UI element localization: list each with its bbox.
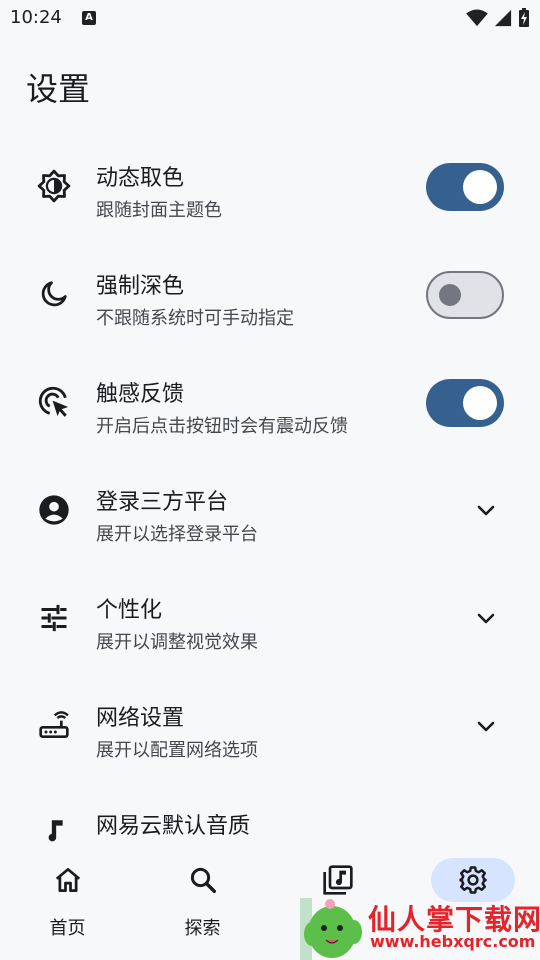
setting-title: 动态取色	[96, 166, 185, 191]
haptic-feedback-switch[interactable]	[426, 379, 504, 427]
setting-default-quality[interactable]: 网易云默认音质	[0, 780, 540, 850]
setting-subtitle: 不跟随系统时可手动指定	[96, 308, 294, 329]
app-notification-icon: A	[82, 11, 96, 25]
setting-title: 触感反馈	[96, 382, 185, 407]
setting-title: 登录三方平台	[96, 490, 229, 515]
account-circle-icon	[36, 492, 72, 528]
nav-label: 探索	[184, 918, 221, 939]
setting-subtitle: 跟随封面主题色	[96, 200, 222, 221]
setting-haptic-feedback[interactable]: 触感反馈 开启后点击按钮时会有震动反馈	[0, 348, 540, 456]
switch-knob	[463, 386, 497, 420]
dynamic-color-switch[interactable]	[426, 163, 504, 211]
setting-subtitle: 展开以配置网络选项	[96, 740, 258, 761]
touch-click-icon	[36, 384, 72, 420]
setting-dynamic-color[interactable]: 动态取色 跟随封面主题色	[0, 132, 540, 240]
moon-icon	[36, 276, 72, 312]
setting-force-dark[interactable]: 强制深色 不跟随系统时可手动指定	[0, 240, 540, 348]
setting-title: 网络设置	[96, 706, 185, 731]
router-icon	[36, 708, 72, 744]
chevron-down-icon[interactable]	[474, 714, 498, 738]
setting-personalization[interactable]: 个性化 展开以调整视觉效果	[0, 564, 540, 672]
home-icon	[26, 858, 110, 902]
nav-label: 首页	[49, 918, 86, 939]
nav-home[interactable]: 首页	[0, 850, 135, 960]
music-note-icon	[36, 812, 72, 848]
setting-title: 强制深色	[96, 274, 185, 299]
force-dark-switch[interactable]	[426, 271, 504, 319]
cell-signal-icon	[494, 9, 512, 27]
brightness-auto-icon	[36, 168, 72, 204]
status-bar: 10:24 A	[0, 0, 540, 36]
battery-charging-icon	[519, 8, 529, 27]
page-title: 设置	[26, 70, 91, 108]
setting-third-party-login[interactable]: 登录三方平台 展开以选择登录平台	[0, 456, 540, 564]
setting-subtitle: 展开以调整视觉效果	[96, 632, 258, 653]
setting-title: 网易云默认音质	[96, 814, 251, 839]
tune-icon	[36, 600, 72, 636]
status-time: 10:24	[10, 7, 62, 28]
setting-network[interactable]: 网络设置 展开以配置网络选项	[0, 672, 540, 780]
setting-subtitle: 开启后点击按钮时会有震动反馈	[96, 416, 348, 437]
switch-knob	[463, 170, 497, 204]
wifi-icon	[466, 9, 488, 27]
setting-title: 个性化	[96, 598, 163, 623]
status-icons	[466, 8, 530, 28]
search-icon	[161, 858, 245, 902]
setting-subtitle: 展开以选择登录平台	[96, 524, 258, 545]
chevron-down-icon[interactable]	[474, 606, 498, 630]
switch-knob	[439, 284, 461, 306]
watermark-url: www.hebxqrc.com	[370, 932, 536, 951]
chevron-down-icon[interactable]	[474, 498, 498, 522]
nav-explore[interactable]: 探索	[135, 850, 270, 960]
